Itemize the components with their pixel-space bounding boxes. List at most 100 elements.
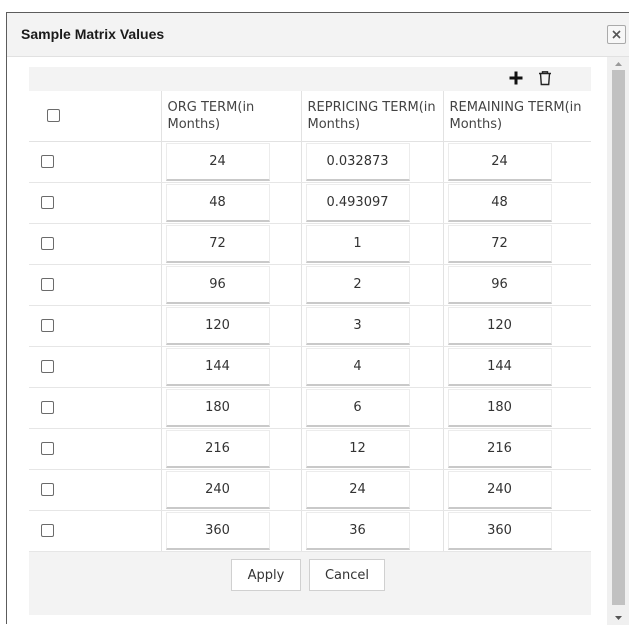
row-checkbox[interactable] [41,401,54,414]
table-row [29,510,591,552]
add-row-button[interactable] [508,70,524,90]
repricing-term-cell [300,182,443,224]
row-select-cell [29,510,161,552]
sample-matrix-dialog: Sample Matrix Values ORG TERM(in Months)… [6,12,629,625]
apply-button[interactable]: Apply [231,559,301,591]
org-term-input[interactable] [165,224,270,263]
repricing-term-input[interactable] [305,224,410,263]
org-term-cell [160,387,301,429]
org-term-cell [160,428,301,470]
remaining-term-cell [442,264,591,306]
row-checkbox[interactable] [41,196,54,209]
dialog-titlebar: Sample Matrix Values [7,13,629,57]
header-remaining-term: REMAINING TERM(in Months) [442,91,591,142]
table-row [29,469,591,511]
remaining-term-input[interactable] [447,224,552,263]
org-term-input[interactable] [165,142,270,181]
grid-toolbar [29,67,591,91]
header-repricing-term: REPRICING TERM(in Months) [300,91,443,142]
remaining-term-cell [442,305,591,347]
table-header-row: ORG TERM(in Months) REPRICING TERM(in Mo… [29,91,591,142]
remaining-term-cell [442,510,591,552]
remaining-term-cell [442,469,591,511]
repricing-term-cell [300,510,443,552]
row-select-cell [29,469,161,511]
org-term-cell [160,469,301,511]
repricing-term-cell [300,346,443,388]
repricing-term-cell [300,428,443,470]
table-row [29,346,591,388]
repricing-term-cell [300,305,443,347]
org-term-input[interactable] [165,429,270,468]
row-select-cell [29,264,161,306]
org-term-cell [160,141,301,183]
org-term-cell [160,346,301,388]
repricing-term-input[interactable] [305,183,410,222]
close-button[interactable] [607,25,626,44]
org-term-input[interactable] [165,265,270,304]
remaining-term-input[interactable] [447,511,552,550]
row-select-cell [29,428,161,470]
remaining-term-input[interactable] [447,265,552,304]
remaining-term-cell [442,387,591,429]
remaining-term-cell [442,182,591,224]
select-all-cell [29,91,161,142]
table-row [29,182,591,224]
row-select-cell [29,387,161,429]
scroll-down-icon[interactable] [612,613,625,623]
row-checkbox[interactable] [41,360,54,373]
repricing-term-input[interactable] [305,306,410,345]
row-checkbox[interactable] [41,278,54,291]
remaining-term-input[interactable] [447,183,552,222]
table-row [29,428,591,470]
org-term-cell [160,223,301,265]
row-checkbox[interactable] [41,483,54,496]
table-row [29,223,591,265]
cancel-button[interactable]: Cancel [309,559,385,591]
table-row [29,264,591,306]
remaining-term-input[interactable] [447,347,552,386]
row-select-cell [29,346,161,388]
remaining-term-cell [442,428,591,470]
row-checkbox[interactable] [41,442,54,455]
remaining-term-input[interactable] [447,388,552,427]
repricing-term-cell [300,223,443,265]
remaining-term-input[interactable] [447,470,552,509]
repricing-term-input[interactable] [305,265,410,304]
repricing-term-input[interactable] [305,347,410,386]
org-term-input[interactable] [165,306,270,345]
row-checkbox[interactable] [41,524,54,537]
header-org-term: ORG TERM(in Months) [160,91,301,142]
remaining-term-input[interactable] [447,142,552,181]
org-term-input[interactable] [165,347,270,386]
delete-row-button[interactable] [537,70,553,90]
row-checkbox[interactable] [41,155,54,168]
org-term-input[interactable] [165,511,270,550]
remaining-term-cell [442,141,591,183]
org-term-input[interactable] [165,470,270,509]
matrix-panel: ORG TERM(in Months) REPRICING TERM(in Mo… [29,67,591,615]
repricing-term-cell [300,264,443,306]
scroll-thumb[interactable] [612,70,625,605]
close-icon [612,30,621,39]
row-select-cell [29,182,161,224]
repricing-term-input[interactable] [305,470,410,509]
remaining-term-input[interactable] [447,429,552,468]
repricing-term-cell [300,469,443,511]
row-checkbox[interactable] [41,237,54,250]
row-checkbox[interactable] [41,319,54,332]
org-term-input[interactable] [165,388,270,427]
table-row [29,387,591,429]
select-all-checkbox[interactable] [47,109,60,123]
repricing-term-input[interactable] [305,142,410,181]
repricing-term-input[interactable] [305,511,410,550]
remaining-term-input[interactable] [447,306,552,345]
repricing-term-input[interactable] [305,429,410,468]
vertical-scrollbar[interactable] [607,57,629,625]
table-row [29,141,591,183]
plus-icon [509,71,523,85]
repricing-term-input[interactable] [305,388,410,427]
org-term-input[interactable] [165,183,270,222]
org-term-cell [160,305,301,347]
scroll-up-icon[interactable] [612,59,625,69]
